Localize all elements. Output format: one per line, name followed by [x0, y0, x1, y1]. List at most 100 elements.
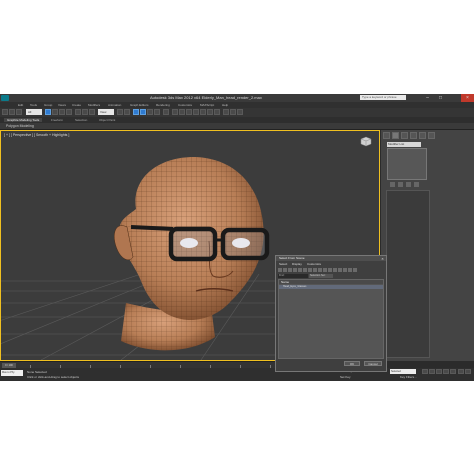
display-tab-icon[interactable] — [419, 132, 426, 139]
material-editor-icon[interactable] — [214, 109, 220, 115]
column-header-name[interactable]: Name — [279, 280, 383, 284]
dialog-menu-customize[interactable]: Customize — [307, 262, 321, 266]
rendered-frame-icon[interactable] — [230, 109, 236, 115]
search-input[interactable]: Type a keyword or phrase — [360, 95, 406, 100]
close-icon[interactable]: × — [461, 94, 474, 102]
menu-item[interactable]: Graph Editors — [130, 103, 149, 107]
scale-icon[interactable] — [89, 109, 95, 115]
selection-set-dropdown[interactable]: Selection Set: — [309, 274, 333, 278]
named-selection-icon[interactable] — [163, 109, 169, 115]
menu-item[interactable]: Animation — [108, 103, 121, 107]
menu-item[interactable]: Customize — [178, 103, 192, 107]
tab-freeform[interactable]: Freeform — [48, 118, 66, 122]
align-icon[interactable] — [179, 109, 185, 115]
invert-display-icon[interactable] — [333, 268, 337, 272]
angle-snap-icon[interactable] — [140, 109, 146, 115]
orbit-icon[interactable] — [465, 369, 471, 374]
set-key-button[interactable]: Set Key — [340, 375, 351, 379]
app-logo-icon[interactable] — [1, 95, 9, 101]
viewport-label[interactable]: [ + ] [ Perspective ] [ Smooth + Highlig… — [4, 133, 69, 137]
graphite-toggle-icon[interactable] — [193, 109, 199, 115]
filter-warps-icon[interactable] — [303, 268, 307, 272]
play-icon[interactable] — [436, 369, 442, 374]
filter-xrefs-icon[interactable] — [313, 268, 317, 272]
tab-graphite-modeling-tools[interactable]: Graphite Modeling Tools — [4, 118, 43, 122]
menu-item[interactable]: MAXScript — [200, 103, 214, 107]
undo-icon[interactable] — [2, 109, 8, 115]
reference-coord-dropdown[interactable]: View — [98, 109, 114, 115]
schematic-view-icon[interactable] — [207, 109, 213, 115]
menu-item[interactable]: Group — [44, 103, 52, 107]
redo-icon[interactable] — [9, 109, 15, 115]
select-by-name-icon[interactable] — [52, 109, 58, 115]
minimize-icon[interactable]: – — [421, 94, 434, 102]
ribbon-panel-label[interactable]: Polygon Modeling — [6, 124, 34, 128]
key-filters-button[interactable]: Key Filters... — [400, 375, 417, 379]
menu-item[interactable]: Rendering — [156, 103, 170, 107]
curve-editor-icon[interactable] — [200, 109, 206, 115]
filter-bones-icon[interactable] — [318, 268, 322, 272]
selection-filter-dropdown[interactable]: All — [26, 109, 42, 115]
dialog-title-bar[interactable]: Select From Scene × — [276, 256, 386, 261]
spinner-snap-icon[interactable] — [154, 109, 160, 115]
render-setup-icon[interactable] — [223, 109, 229, 115]
sync-selection-icon[interactable] — [338, 268, 342, 272]
dialog-options-icon[interactable] — [343, 268, 347, 272]
dialog-settings-icon[interactable] — [348, 268, 352, 272]
render-icon[interactable] — [237, 109, 243, 115]
manipulate-icon[interactable] — [124, 109, 130, 115]
dialog-layers-icon[interactable] — [353, 268, 357, 272]
menu-item[interactable]: Tools — [30, 103, 37, 107]
dialog-close-icon[interactable]: × — [380, 256, 385, 261]
cancel-button[interactable]: Cancel — [364, 361, 382, 366]
key-mode-dropdown[interactable]: Selected — [390, 369, 416, 374]
utilities-tab-icon[interactable] — [428, 132, 435, 139]
tab-object-paint[interactable]: Object Paint — [96, 118, 118, 122]
tab-selection[interactable]: Selection — [72, 118, 90, 122]
scene-object-list[interactable]: Name Head_Eyes_Glasses — [278, 279, 384, 359]
menu-item[interactable]: Views — [58, 103, 66, 107]
viewcube-icon[interactable] — [359, 135, 373, 147]
filter-shapes-icon[interactable] — [283, 268, 287, 272]
percent-snap-icon[interactable] — [147, 109, 153, 115]
create-tab-icon[interactable] — [383, 132, 390, 139]
hierarchy-tab-icon[interactable] — [401, 132, 408, 139]
link-icon[interactable] — [16, 109, 22, 115]
maximize-icon[interactable]: □ — [434, 94, 447, 102]
previous-frame-icon[interactable] — [429, 369, 435, 374]
list-item[interactable]: Head_Eyes_Glasses — [279, 285, 383, 289]
filter-groups-icon[interactable] — [308, 268, 312, 272]
motion-tab-icon[interactable] — [410, 132, 417, 139]
filter-helpers-icon[interactable] — [298, 268, 302, 272]
filter-geometry-icon[interactable] — [278, 268, 282, 272]
mirror-icon[interactable] — [172, 109, 178, 115]
snap-toggle-icon[interactable] — [133, 109, 139, 115]
move-icon[interactable] — [75, 109, 81, 115]
goto-start-icon[interactable] — [422, 369, 428, 374]
display-all-icon[interactable] — [323, 268, 327, 272]
dialog-menu-display[interactable]: Display — [292, 262, 302, 266]
modify-tab-icon[interactable] — [392, 132, 399, 139]
rotate-icon[interactable] — [82, 109, 88, 115]
display-none-icon[interactable] — [328, 268, 332, 272]
menu-item[interactable]: Create — [72, 103, 81, 107]
window-crossing-icon[interactable] — [66, 109, 72, 115]
pivot-icon[interactable] — [117, 109, 123, 115]
goto-end-icon[interactable] — [450, 369, 456, 374]
maxscript-listener[interactable]: Max to Phy — [1, 370, 23, 376]
rectangle-selection-icon[interactable] — [59, 109, 65, 115]
parameters-rollout[interactable] — [386, 190, 430, 358]
next-frame-icon[interactable] — [443, 369, 449, 374]
find-field[interactable]: Find: — [278, 274, 308, 278]
ok-button[interactable]: OK — [344, 361, 360, 366]
dialog-menu-select[interactable]: Select — [279, 262, 287, 266]
modifier-list-dropdown[interactable]: Modifier List — [387, 142, 421, 147]
layer-manager-icon[interactable] — [186, 109, 192, 115]
zoom-icon[interactable] — [458, 369, 464, 374]
filter-lights-icon[interactable] — [288, 268, 292, 272]
filter-cameras-icon[interactable] — [293, 268, 297, 272]
menu-item[interactable]: Modifiers — [88, 103, 100, 107]
menu-item[interactable]: Help — [222, 103, 228, 107]
select-object-icon[interactable] — [45, 109, 51, 115]
menu-item[interactable]: Edit — [18, 103, 23, 107]
